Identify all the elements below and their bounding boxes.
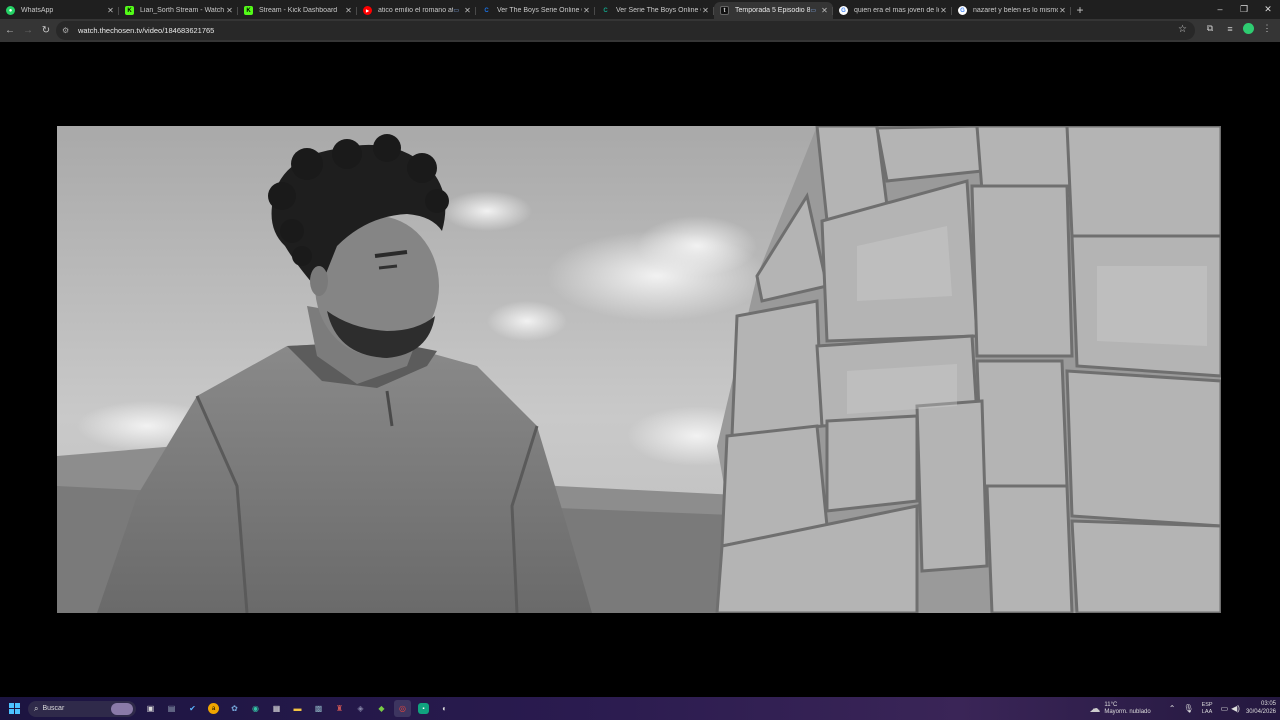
close-icon[interactable]: ✕ [939, 6, 948, 15]
tab-1[interactable]: K Lian_Sorth Stream - Watch Live ✕ [119, 2, 238, 19]
tab-0[interactable]: ● WhatsApp ✕ [0, 2, 119, 19]
close-icon[interactable]: ✕ [701, 6, 710, 15]
kick-icon: K [125, 6, 134, 15]
tab-strip: ● WhatsApp ✕ K Lian_Sorth Stream - Watch… [0, 0, 1280, 19]
checkmark-app-icon[interactable]: ✔ [184, 700, 201, 717]
obs-icon[interactable]: ◐ [436, 700, 453, 717]
restore-icon[interactable]: ❐ [1232, 0, 1256, 19]
taskbar-search-box[interactable]: ⌕ Buscar [28, 700, 136, 717]
tab-title: Temporada 5 Episodio 8: La [735, 7, 811, 14]
picture-in-picture-icon: ▭ [810, 8, 816, 14]
search-placeholder: Buscar [42, 705, 65, 712]
lang-bottom: LAA [1201, 708, 1213, 715]
back-arrow-icon[interactable]: ← [1, 25, 19, 36]
chrome-icon[interactable]: ◎ [394, 700, 411, 717]
close-icon[interactable]: ✕ [582, 6, 591, 15]
close-icon[interactable]: ✕ [1058, 6, 1067, 15]
close-window-icon[interactable]: ✕ [1256, 0, 1280, 19]
window-controls: – ❐ ✕ [1208, 0, 1280, 19]
tab-7[interactable]: G quien era el mas joven de los a ✕ [833, 2, 952, 19]
c-site-icon: C [603, 7, 608, 14]
chevron-up-icon[interactable]: ⌃ [1169, 704, 1176, 713]
tab-title: WhatsApp [21, 7, 54, 14]
video-still [57, 126, 1221, 613]
edge-icon[interactable]: ◉ [247, 700, 264, 717]
photos-icon[interactable]: ▩ [310, 700, 327, 717]
minimize-icon[interactable]: – [1208, 0, 1232, 19]
close-icon[interactable]: ✕ [344, 6, 353, 15]
weather-desc: Mayorm. nublado [1104, 708, 1151, 715]
picture-in-picture-icon: ▭ [453, 8, 459, 14]
thechosen-icon: t [720, 6, 729, 15]
clock-time: 03:05 [1260, 701, 1276, 707]
search-icon: ⌕ [34, 703, 39, 713]
video-frame[interactable] [57, 126, 1221, 613]
amazon-icon[interactable]: a [208, 703, 219, 714]
widgets-icon[interactable]: ▤ [163, 700, 180, 717]
volume-icon[interactable]: ◀) [1231, 704, 1240, 713]
tab-2[interactable]: K Stream - Kick Dashboard ✕ [238, 2, 357, 19]
network-icon[interactable]: ▭ [1221, 704, 1229, 713]
toolbar-right: ⧉ ≡ ⋮ [1203, 23, 1274, 34]
search-highlight-image [111, 702, 133, 715]
tab-title: Ver Serie The Boys Online Grati [616, 7, 701, 14]
system-tray: ☁ 11°C Mayorm. nublado ⌃ 🎙 ESP LAA ▭ ◀) … [1089, 697, 1276, 720]
weather-temp: 11°C [1104, 701, 1118, 708]
url-text[interactable]: watch.thechosen.tv/video/184683621765 [78, 26, 214, 35]
close-icon[interactable]: ✕ [225, 6, 234, 15]
tab-5[interactable]: C Ver Serie The Boys Online Grati ✕ [595, 2, 714, 19]
new-tab-button[interactable]: + [1071, 2, 1089, 19]
tab-title: quien era el mas joven de los a [854, 7, 939, 14]
dark-app-icon[interactable]: ◈ [352, 700, 369, 717]
clock[interactable]: 03:05 30/04/2026 [1246, 701, 1276, 716]
kick-icon: K [244, 6, 253, 15]
c-site-icon: C [484, 7, 489, 14]
windows-start-icon[interactable] [6, 697, 22, 720]
close-icon[interactable]: ✕ [463, 6, 472, 15]
input-language[interactable]: ESP LAA [1202, 702, 1213, 715]
game-app-icon[interactable]: ♜ [331, 700, 348, 717]
tab-title: Ver The Boys Serie Online Grati [497, 7, 582, 14]
store-icon[interactable]: ▦ [268, 700, 285, 717]
task-view-icon[interactable]: ▣ [142, 700, 159, 717]
tab-title: Stream - Kick Dashboard [259, 7, 338, 14]
file-explorer-icon[interactable]: ▬ [289, 700, 306, 717]
taskbar: ⌕ Buscar ▣ ▤ ✔ a ✿ ◉ ▦ ▬ ▩ ♜ ◈ ◆ ◎ ▪ ◐ ☁… [0, 697, 1280, 720]
copilot-icon[interactable]: ✿ [226, 700, 243, 717]
forward-arrow-icon[interactable]: → [19, 25, 37, 36]
profile-avatar[interactable] [1243, 23, 1254, 34]
menu-icon[interactable]: ⋮ [1260, 23, 1274, 34]
whatsapp-icon: ● [6, 6, 15, 15]
tab-title: nazaret y belen es lo mismo - B [973, 7, 1058, 14]
green-app-icon[interactable]: ▪ [418, 703, 429, 714]
tab-6-active[interactable]: t Temporada 5 Episodio 8: La ▭ ✕ [714, 2, 833, 19]
browser-toolbar: ← → ↻ ⚙ watch.thechosen.tv/video/1846836… [0, 19, 1280, 42]
tab-8[interactable]: G nazaret y belen es lo mismo - B ✕ [952, 2, 1071, 19]
video-viewport[interactable] [0, 42, 1280, 697]
minecraft-icon[interactable]: ◆ [373, 700, 390, 717]
cloud-icon: ☁ [1089, 703, 1101, 715]
tab-3[interactable]: ▶ atico emilio el romano atu ▭ ✕ [357, 2, 476, 19]
bookmark-star-icon[interactable]: ☆ [1178, 24, 1187, 35]
microphone-icon[interactable]: 🎙 [1183, 704, 1193, 713]
taskbar-apps: ▣ ▤ ✔ a ✿ ◉ ▦ ▬ ▩ ♜ ◈ ◆ ◎ ▪ ◐ [142, 700, 453, 717]
weather-widget[interactable]: ☁ 11°C Mayorm. nublado [1089, 702, 1150, 716]
youtube-icon: ▶ [363, 6, 372, 15]
google-icon: G [839, 6, 848, 15]
close-icon[interactable]: ✕ [820, 6, 829, 15]
extensions-icon[interactable]: ⧉ [1203, 23, 1217, 34]
tab-title: Lian_Sorth Stream - Watch Live [140, 7, 225, 14]
site-info-icon[interactable]: ⚙ [62, 26, 76, 35]
address-bar[interactable]: ⚙ watch.thechosen.tv/video/184683621765 … [56, 21, 1195, 40]
reload-icon[interactable]: ↻ [37, 25, 55, 36]
tab-4[interactable]: C Ver The Boys Serie Online Grati ✕ [476, 2, 595, 19]
tab-search-icon[interactable]: ≡ [1223, 24, 1237, 34]
clock-date: 30/04/2026 [1245, 708, 1276, 715]
tab-title: atico emilio el romano atu [378, 7, 454, 14]
google-icon: G [958, 6, 967, 15]
close-icon[interactable]: ✕ [106, 6, 115, 15]
